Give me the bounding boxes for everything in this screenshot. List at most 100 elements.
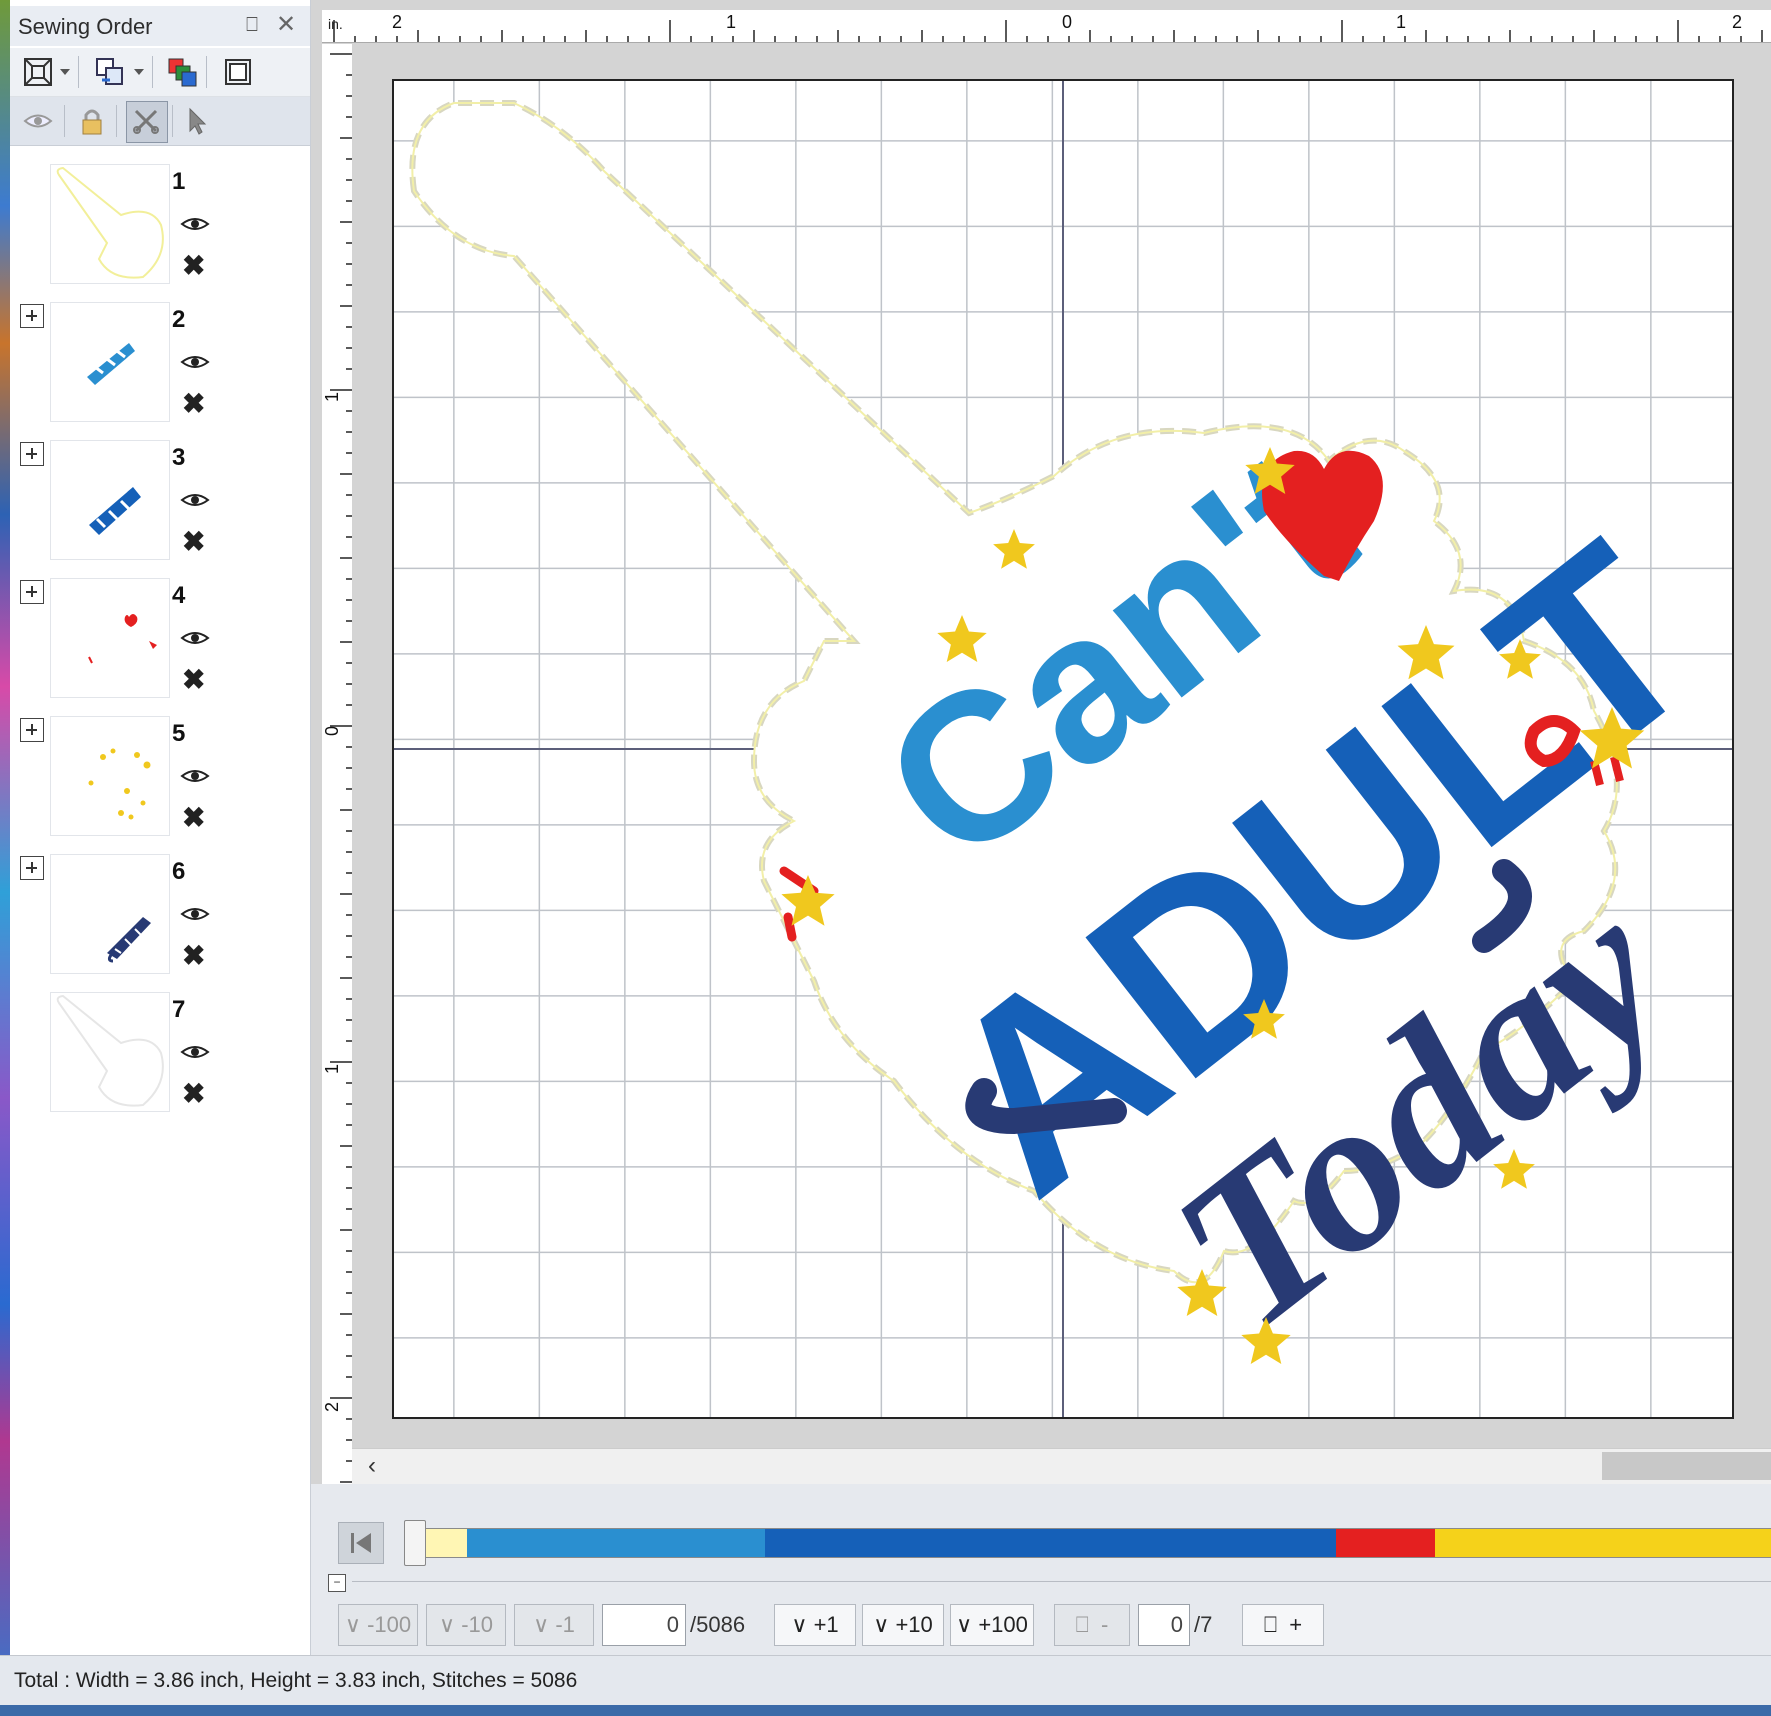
- button-label: -100: [367, 1612, 412, 1637]
- go-to-start-button[interactable]: [338, 1522, 384, 1564]
- button-label: -10: [461, 1612, 493, 1637]
- list-item-thumbnail[interactable]: [50, 440, 170, 560]
- group-objects-icon[interactable]: [94, 56, 126, 88]
- expand-toggle[interactable]: [20, 304, 44, 328]
- panel-toolbar-bottom: [10, 97, 310, 146]
- color-sequence-segment[interactable]: [1336, 1529, 1435, 1557]
- button-label: -: [1101, 1612, 1109, 1637]
- scissors-icon[interactable]: ✖: [182, 942, 205, 970]
- color-sequence-segment[interactable]: [1434, 1529, 1771, 1557]
- needle-icon: ∨: [956, 1612, 979, 1637]
- ruler-label: 1: [1396, 12, 1406, 32]
- button-label: +100: [978, 1612, 1028, 1637]
- eye-icon[interactable]: [180, 904, 210, 924]
- taskbar-edge: [0, 1705, 1771, 1716]
- today-thumbnail-icon: [107, 917, 151, 963]
- scissors-icon[interactable]: ✖: [182, 252, 205, 280]
- ruler-unit: in.: [328, 16, 343, 32]
- eye-icon[interactable]: [180, 1042, 210, 1062]
- list-item-number: 1: [172, 168, 186, 195]
- color-sequence-segment[interactable]: [467, 1529, 766, 1557]
- lock-icon[interactable]: [76, 105, 108, 137]
- color-minus-button[interactable]: ⎕ -: [1054, 1604, 1130, 1646]
- button-label: +: [1289, 1612, 1303, 1637]
- desktop-background-strip: [0, 0, 10, 1716]
- color-sequence-segment[interactable]: [765, 1529, 1337, 1557]
- list-item-thumbnail[interactable]: [50, 578, 170, 698]
- ruler-label: 1: [726, 12, 736, 32]
- ruler-top-ticks: 2 1 0 1 2: [333, 12, 1763, 42]
- ruler-top: 2 1 0 1 2: [322, 10, 1771, 43]
- needle-icon: ∨: [791, 1612, 814, 1637]
- toolbar-divider: [206, 56, 207, 88]
- stitch-plus-1-button[interactable]: ∨ +1: [774, 1604, 856, 1646]
- scissors-icon[interactable]: [130, 105, 162, 137]
- status-text: Total : Width = 3.86 inch, Height = 3.83…: [14, 1669, 578, 1692]
- collapse-toggle[interactable]: −: [328, 1574, 346, 1592]
- toolbar-divider: [64, 105, 65, 137]
- toolbar-divider: [116, 105, 117, 137]
- eye-icon[interactable]: [180, 628, 210, 648]
- eye-icon[interactable]: [180, 490, 210, 510]
- color-plus-button[interactable]: ⎕ +: [1242, 1604, 1324, 1646]
- scissors-icon[interactable]: ✖: [182, 1080, 205, 1108]
- ruler-label: 0: [1062, 12, 1072, 32]
- frame-icon: ⎕: [1263, 1612, 1290, 1637]
- list-item-number: 7: [172, 996, 186, 1023]
- toolbar-divider: [152, 56, 153, 88]
- ruler-left: 1 0 1 2: [322, 44, 353, 1484]
- scissors-icon[interactable]: ✖: [182, 528, 205, 556]
- stitch-plus-100-button[interactable]: ∨ +100: [950, 1604, 1034, 1646]
- expand-toggle[interactable]: [20, 580, 44, 604]
- embroidery-hoop[interactable]: Can't ADULT Today: [392, 79, 1747, 1419]
- eye-icon[interactable]: [180, 214, 210, 234]
- eye-icon[interactable]: [22, 105, 54, 137]
- list-item-thumbnail[interactable]: [50, 854, 170, 974]
- stitch-minus-1-button[interactable]: ∨ -1: [514, 1604, 594, 1646]
- eye-icon[interactable]: [180, 766, 210, 786]
- scrollbar-thumb[interactable]: [1602, 1452, 1771, 1480]
- list-item-thumbnail[interactable]: [50, 716, 170, 836]
- scissors-icon[interactable]: ✖: [182, 390, 205, 418]
- expand-toggle[interactable]: [20, 442, 44, 466]
- select-arrow-icon[interactable]: [182, 105, 214, 137]
- sequence-slider-handle[interactable]: [404, 1520, 426, 1566]
- color-sequence-bar[interactable]: [405, 1528, 1771, 1558]
- list-item-thumbnail[interactable]: [50, 992, 170, 1112]
- list-item-thumbnail[interactable]: [50, 164, 170, 284]
- scissors-icon[interactable]: ✖: [182, 666, 205, 694]
- skip-start-icon: [351, 1533, 371, 1553]
- design-canvas: Can't ADULT Today: [394, 81, 1747, 1417]
- button-label: +1: [813, 1612, 839, 1637]
- fit-view-icon[interactable]: [22, 56, 54, 88]
- list-item-thumbnail[interactable]: [50, 302, 170, 422]
- color-total-label: /7: [1194, 1612, 1213, 1637]
- horizontal-scrollbar[interactable]: [352, 1448, 1771, 1485]
- ruler-label: 1: [322, 1064, 342, 1074]
- stitch-minus-100-button[interactable]: ∨ -100: [338, 1604, 418, 1646]
- list-item-number: 5: [172, 720, 186, 747]
- chevron-down-icon[interactable]: [60, 69, 70, 75]
- stitch-number-field[interactable]: 0: [602, 1604, 686, 1646]
- outline-thumbnail-icon: [56, 166, 164, 279]
- frame-icon[interactable]: [222, 56, 254, 88]
- eye-icon[interactable]: [180, 352, 210, 372]
- frame-icon: ⎕: [1075, 1612, 1102, 1637]
- panel-title: Sewing Order: [18, 14, 153, 39]
- chevron-down-icon[interactable]: [134, 69, 144, 75]
- stitch-plus-10-button[interactable]: ∨ +10: [862, 1604, 944, 1646]
- expand-toggle[interactable]: [20, 718, 44, 742]
- toolbar-divider: [172, 105, 173, 137]
- close-icon[interactable]: ✕: [276, 10, 296, 39]
- expand-toggle[interactable]: [20, 856, 44, 880]
- color-number-field[interactable]: 0: [1138, 1604, 1190, 1646]
- pin-icon[interactable]: ⎕: [246, 14, 258, 37]
- scissors-icon[interactable]: ✖: [182, 804, 205, 832]
- color-sort-icon[interactable]: [166, 56, 198, 88]
- stitch-minus-10-button[interactable]: ∨ -10: [426, 1604, 506, 1646]
- scroll-left-icon[interactable]: ‹: [368, 1452, 376, 1480]
- ruler-label: 2: [322, 1402, 342, 1412]
- stars-thumbnail-icon: [88, 748, 151, 820]
- list-item-number: 3: [172, 444, 186, 471]
- ruler-label: 2: [1732, 12, 1742, 32]
